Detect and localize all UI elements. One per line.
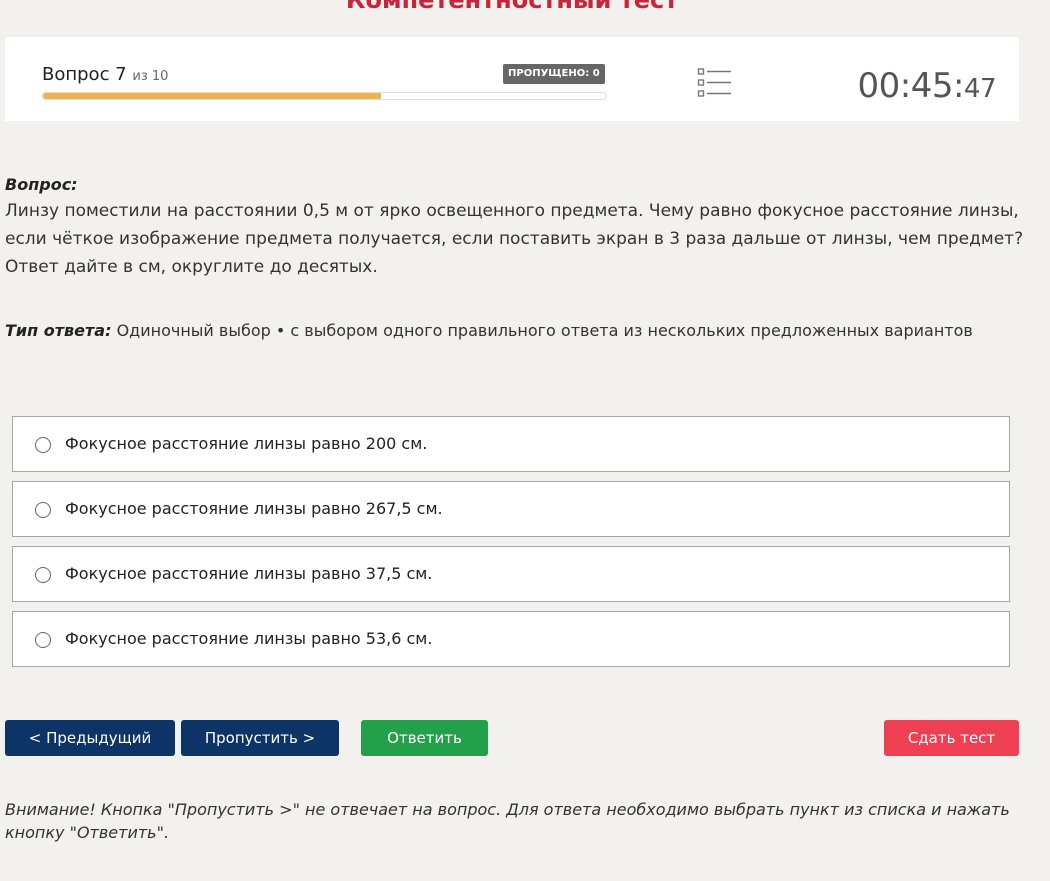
skip-button[interactable]: Пропустить > bbox=[181, 720, 339, 756]
answer-option-text: Фокусное расстояние линзы равно 200 см. bbox=[65, 434, 428, 453]
progress-bar bbox=[42, 92, 607, 100]
question-text: Линзу поместили на расстоянии 0,5 м от я… bbox=[5, 201, 1024, 277]
radio-button[interactable] bbox=[35, 437, 51, 453]
timer: 00:45:47 bbox=[857, 66, 996, 106]
answer-option[interactable]: Фокусное расстояние линзы равно 53,6 см. bbox=[12, 611, 1010, 667]
question-number: Вопрос 7 bbox=[42, 64, 127, 85]
question-total: из 10 bbox=[132, 69, 169, 84]
page-title: Компетентностный тест bbox=[345, 0, 679, 14]
answer-type-value: Одиночный выбор • с выбором одного прави… bbox=[116, 321, 973, 340]
skipped-badge: ПРОПУЩЕНО: 0 bbox=[503, 64, 605, 84]
progress-fill bbox=[43, 93, 381, 99]
timer-main: 00:45: bbox=[857, 66, 964, 106]
answer-option-text: Фокусное расстояние линзы равно 267,5 см… bbox=[65, 499, 443, 518]
previous-button[interactable]: < Предыдущий bbox=[5, 720, 175, 756]
question-counter: Вопрос 7 из 10 bbox=[42, 64, 168, 85]
answer-option[interactable]: Фокусное расстояние линзы равно 200 см. bbox=[12, 416, 1010, 472]
notice-text: Внимание! Кнопка "Пропустить >" не отвеч… bbox=[5, 800, 1010, 842]
question-label: Вопрос: bbox=[5, 175, 78, 194]
answer-option-text: Фокусное расстояние линзы равно 53,6 см. bbox=[65, 629, 433, 648]
answer-option-text: Фокусное расстояние линзы равно 37,5 см. bbox=[65, 564, 433, 583]
timer-seconds: 47 bbox=[963, 74, 997, 104]
answer-button[interactable]: Ответить bbox=[361, 720, 488, 756]
answer-option[interactable]: Фокусное расстояние линзы равно 267,5 см… bbox=[12, 481, 1010, 537]
question-block: Вопрос: Линзу поместили на расстоянии 0,… bbox=[5, 174, 1025, 281]
question-header-panel: Вопрос 7 из 10 ПРОПУЩЕНО: 0 00:45:47 bbox=[5, 37, 1019, 121]
answer-option[interactable]: Фокусное расстояние линзы равно 37,5 см. bbox=[12, 546, 1010, 602]
answer-type-label: Тип ответа: bbox=[5, 321, 112, 340]
radio-button[interactable] bbox=[35, 632, 51, 648]
radio-button[interactable] bbox=[35, 502, 51, 518]
radio-button[interactable] bbox=[35, 567, 51, 583]
submit-test-button[interactable]: Сдать тест bbox=[884, 720, 1019, 756]
list-icon[interactable] bbox=[697, 67, 733, 99]
answer-type: Тип ответа: Одиночный выбор • с выбором … bbox=[5, 321, 973, 340]
